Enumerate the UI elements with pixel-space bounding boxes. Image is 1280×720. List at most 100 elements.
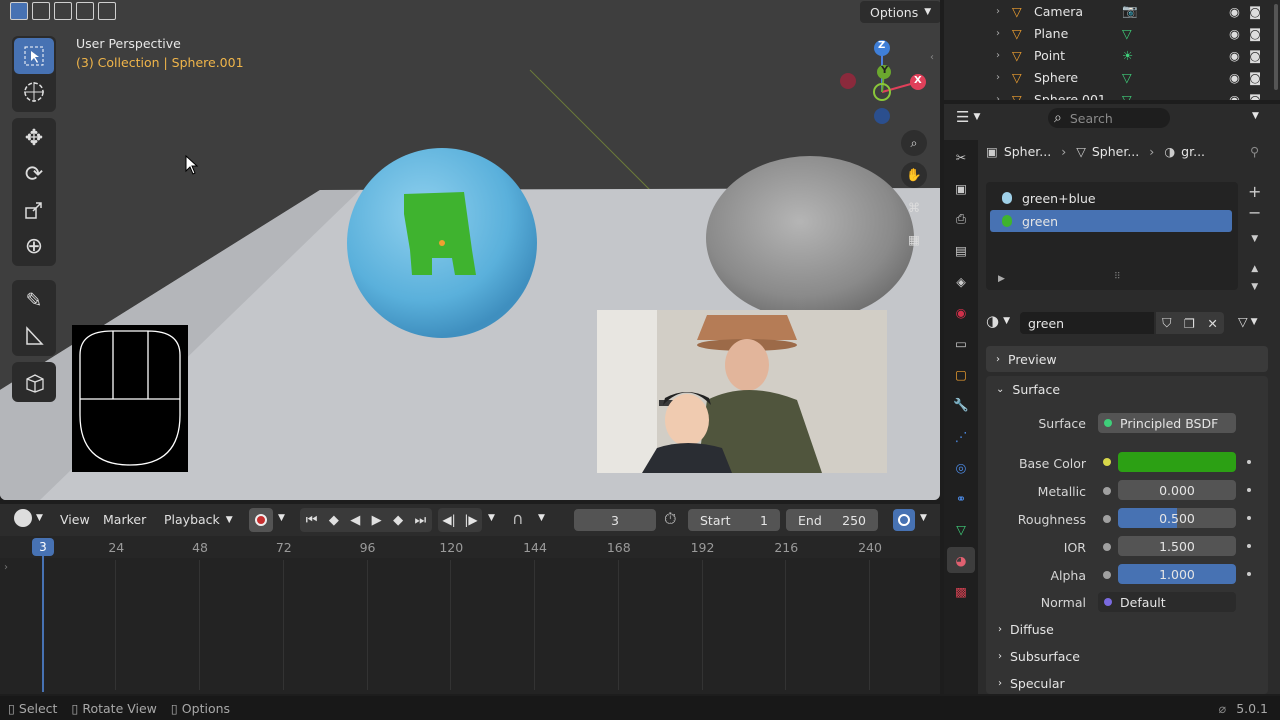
- play-icon[interactable]: ▶: [372, 513, 382, 528]
- next-keyframe-icon[interactable]: ◆: [393, 513, 403, 528]
- tool-tab-icon[interactable]: ✂: [947, 144, 975, 170]
- prev-keyframe-icon[interactable]: ◆: [329, 513, 339, 528]
- value-socket-icon[interactable]: [1103, 515, 1111, 523]
- surface-panel-header[interactable]: ⌄ Surface: [986, 376, 1268, 402]
- outliner[interactable]: › ▽ Camera ◉ ◙ 📷 › ▽ Plane ◉ ◙ ▽ › ▽ Point ◉ ◙ ☀ › ▽ Sphere ◉…: [944, 0, 1280, 100]
- constraints-tab-icon[interactable]: ⚭: [947, 485, 975, 511]
- record-icon[interactable]: [249, 508, 273, 532]
- step-back-icon[interactable]: ◀|: [442, 513, 455, 527]
- chevron-down-icon[interactable]: ▼: [1252, 111, 1259, 121]
- pan-hand-icon[interactable]: ✋: [901, 162, 927, 188]
- value-socket-icon[interactable]: [1103, 487, 1111, 495]
- properties-search[interactable]: ⌕ Search: [1048, 108, 1170, 128]
- material-tab-icon[interactable]: ◕: [947, 547, 975, 573]
- editor-type-button[interactable]: ▼: [14, 509, 43, 527]
- chevron-down-icon[interactable]: ▼: [1251, 234, 1258, 244]
- select-intersect-icon[interactable]: [98, 2, 116, 20]
- navigation-gizmo[interactable]: Z Y X: [836, 36, 932, 132]
- snap-magnet-icon[interactable]: ∩: [512, 509, 524, 528]
- eye-icon[interactable]: ◉: [1229, 48, 1240, 63]
- link-mode-button[interactable]: ▽ ▼: [1238, 314, 1258, 329]
- add-slot-icon[interactable]: +: [1248, 182, 1261, 201]
- select-invert-icon[interactable]: [76, 2, 94, 20]
- eye-icon[interactable]: ◉: [1229, 4, 1240, 19]
- playhead-label[interactable]: 3: [32, 538, 54, 556]
- start-frame-field[interactable]: Start 1: [688, 509, 780, 531]
- material-name-field[interactable]: green: [1020, 312, 1154, 334]
- expand-arrow-icon[interactable]: ›: [996, 50, 1000, 61]
- select-tool-icon[interactable]: [14, 38, 54, 74]
- ortho-grid-icon[interactable]: ▦: [901, 226, 927, 252]
- eye-icon[interactable]: ◉: [1229, 70, 1240, 85]
- scene-tab-icon[interactable]: ◈: [947, 268, 975, 294]
- select-box-icon[interactable]: [10, 2, 28, 20]
- data-tab-icon[interactable]: ▽: [947, 516, 975, 542]
- keyframe-dot-icon[interactable]: [1247, 488, 1251, 492]
- cursor-tool-icon[interactable]: [14, 74, 54, 110]
- resize-handle-icon[interactable]: ⠿: [1114, 272, 1121, 282]
- camera-render-icon[interactable]: ◙: [1249, 92, 1261, 101]
- render-tab-icon[interactable]: ▣: [947, 175, 975, 201]
- expand-arrow-icon[interactable]: ›: [996, 6, 1000, 17]
- menu-view[interactable]: View: [60, 512, 90, 527]
- duplicate-icon[interactable]: ❐: [1184, 316, 1195, 331]
- stopwatch-icon[interactable]: ⏱: [664, 509, 676, 529]
- move-down-icon[interactable]: ▼: [1251, 282, 1258, 292]
- jump-end-icon[interactable]: ⏭: [415, 513, 427, 528]
- outliner-scrollbar[interactable]: [1274, 4, 1278, 90]
- value-socket-icon[interactable]: [1103, 571, 1111, 579]
- measure-tool-icon[interactable]: [14, 318, 54, 354]
- play-reverse-icon[interactable]: ◀: [350, 513, 360, 528]
- outliner-row[interactable]: › ▽ Point ◉ ◙ ☀: [944, 44, 1280, 66]
- select-subtract-icon[interactable]: [54, 2, 72, 20]
- object-tab-icon[interactable]: ▢: [947, 361, 975, 387]
- camera-render-icon[interactable]: ◙: [1249, 26, 1261, 41]
- chevron-down-icon[interactable]: ▼: [488, 513, 495, 523]
- color-socket-icon[interactable]: [1103, 458, 1111, 466]
- remove-slot-icon[interactable]: −: [1248, 203, 1261, 222]
- camera-render-icon[interactable]: ◙: [1249, 4, 1261, 19]
- expand-arrow-icon[interactable]: ›: [996, 28, 1000, 39]
- expand-filter-icon[interactable]: ▶: [998, 274, 1005, 284]
- camera-render-icon[interactable]: ◙: [1249, 70, 1261, 85]
- output-tab-icon[interactable]: ⎙: [947, 206, 975, 232]
- base-color-swatch[interactable]: [1118, 452, 1236, 472]
- texture-tab-icon[interactable]: ▩: [947, 578, 975, 604]
- chevron-down-icon[interactable]: ▼: [920, 513, 927, 523]
- collapse-sidebar-icon[interactable]: ‹: [930, 52, 934, 63]
- outliner-row[interactable]: › ▽ Plane ◉ ◙ ▽: [944, 22, 1280, 44]
- normal-field[interactable]: Default: [1098, 592, 1236, 612]
- metallic-field[interactable]: 0.000: [1118, 480, 1236, 500]
- alpha-field[interactable]: 1.000: [1118, 564, 1236, 584]
- fake-user-shield-icon[interactable]: ⛉: [1162, 315, 1171, 331]
- outliner-row[interactable]: › ▽ Camera ◉ ◙ 📷: [944, 0, 1280, 22]
- add-cube-tool-icon[interactable]: [14, 364, 54, 400]
- material-slot-item[interactable]: green+blue: [990, 188, 1232, 208]
- camera-render-icon[interactable]: ◙: [1249, 48, 1261, 63]
- playhead-line[interactable]: [42, 556, 44, 692]
- ior-field[interactable]: 1.500: [1118, 536, 1236, 556]
- chevron-down-icon[interactable]: ▼: [538, 513, 545, 523]
- outliner-row[interactable]: › ▽ Sphere ◉ ◙ ▽: [944, 66, 1280, 88]
- particles-tab-icon[interactable]: ⋰: [947, 423, 975, 449]
- step-forward-icon[interactable]: |▶: [464, 513, 477, 527]
- select-extend-icon[interactable]: [32, 2, 50, 20]
- eye-icon[interactable]: ◉: [1229, 26, 1240, 41]
- pin-icon[interactable]: ⚲: [1250, 144, 1259, 159]
- keyframe-dot-icon[interactable]: [1247, 572, 1251, 576]
- view-layer-tab-icon[interactable]: ▤: [947, 237, 975, 263]
- expand-channels-icon[interactable]: ›: [4, 562, 8, 573]
- physics-tab-icon[interactable]: ◎: [947, 454, 975, 480]
- moon-sphere[interactable]: [706, 156, 914, 320]
- unlink-x-icon[interactable]: ✕: [1207, 316, 1217, 331]
- scale-tool-icon[interactable]: [14, 192, 54, 228]
- diffuse-subpanel[interactable]: › Diffuse: [998, 622, 1054, 637]
- menu-playback[interactable]: Playback ▼: [164, 512, 233, 527]
- current-frame-field[interactable]: 3: [574, 509, 656, 531]
- annotate-tool-icon[interactable]: ✎: [14, 282, 54, 318]
- specular-subpanel[interactable]: › Specular: [998, 676, 1065, 691]
- chevron-down-icon[interactable]: ▼: [278, 513, 285, 523]
- outliner-row[interactable]: › ▽ Sphere.001 ◉ ◙ ▽: [944, 88, 1280, 101]
- jump-start-icon[interactable]: ⏮: [306, 513, 318, 528]
- move-tool-icon[interactable]: ✥: [14, 120, 54, 156]
